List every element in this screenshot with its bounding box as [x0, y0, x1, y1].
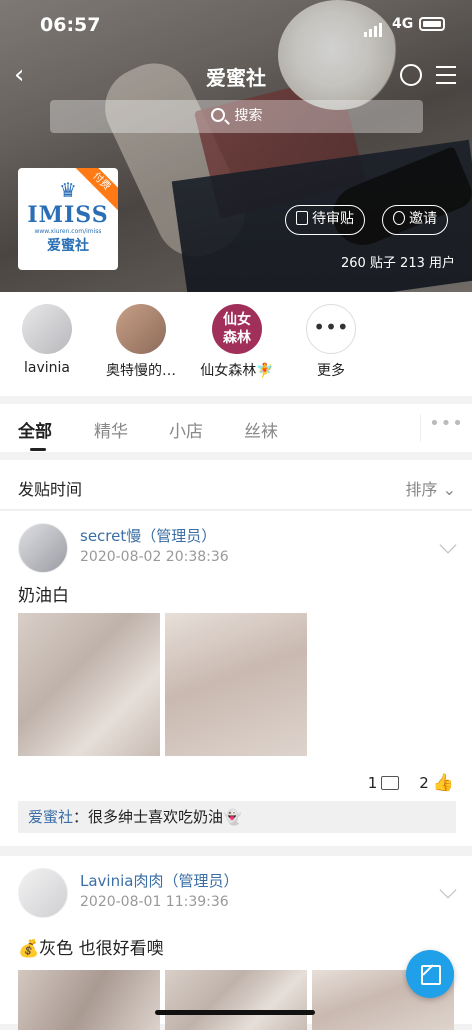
message-icon[interactable]	[400, 64, 422, 86]
forum-stats: 260 贴子 213 用户	[340, 256, 455, 271]
search-placeholder: 搜索	[234, 108, 263, 124]
reply-text: ：很多绅士喜欢吃奶油👻	[73, 808, 242, 826]
document-icon	[296, 211, 308, 225]
tabs-more-icon[interactable]: •••	[420, 414, 472, 442]
comment-count: 1	[367, 774, 378, 792]
chevron-down-icon[interactable]	[439, 536, 457, 554]
sort-current: 发贴时间	[18, 480, 83, 499]
post-card[interactable]: secret慢（管理员） 2020-08-02 20:38:36 奶油白 1 2 👍…	[0, 511, 472, 846]
nav-bar: ‹ 爱蜜社	[0, 56, 472, 96]
quick-link-lavinia[interactable]: lavinia	[0, 304, 97, 376]
person-icon	[393, 211, 405, 225]
tab-stockings[interactable]: 丝袜	[244, 417, 278, 442]
post-image[interactable]	[18, 970, 160, 1030]
reply-preview[interactable]: 爱蜜社：很多绅士喜欢吃奶油👻	[18, 801, 456, 833]
battery-icon	[419, 17, 445, 31]
comment-icon[interactable]	[381, 776, 400, 790]
forum-logo[interactable]: ♛ IMISS www.xiuren.com/imiss 爱蜜社 付费	[18, 168, 118, 270]
post-author[interactable]: secret慢（管理员）	[80, 525, 216, 546]
avatar[interactable]	[18, 523, 68, 573]
signal-icon	[364, 18, 384, 37]
menu-icon[interactable]	[436, 66, 456, 90]
logo-url: www.xiuren.com/imiss	[34, 228, 102, 235]
quick-link-fairy-forest[interactable]: 仙女 森林 仙女森林🧚	[187, 304, 287, 380]
quick-link-label: lavinia	[24, 360, 70, 376]
invite-button[interactable]: 邀请	[382, 205, 448, 235]
post-image[interactable]	[18, 613, 160, 756]
logo-cn-name: 爱蜜社	[47, 238, 89, 254]
search-bar[interactable]: 搜索	[50, 100, 423, 133]
quick-link-more[interactable]: ••• 更多	[281, 304, 381, 380]
more-icon: •••	[306, 304, 356, 354]
avatar[interactable]	[18, 868, 68, 918]
post-image[interactable]	[165, 613, 307, 756]
sort-label: 排序	[405, 480, 438, 499]
logo-brand: IMISS	[27, 202, 109, 228]
thumbs-up-icon[interactable]: 👍	[433, 773, 454, 793]
post-image[interactable]	[165, 970, 307, 1030]
post-text: 奶油白	[18, 586, 69, 606]
invite-label: 邀请	[409, 211, 437, 227]
tab-all[interactable]: 全部	[18, 417, 52, 442]
quick-link-label: 更多	[317, 363, 345, 379]
tab-bar: 全部 精华 小店 丝袜 •••	[0, 404, 472, 452]
search-icon	[210, 108, 225, 122]
quick-link-otman[interactable]: 奥特慢的…	[91, 304, 191, 380]
tab-featured[interactable]: 精华	[94, 417, 128, 442]
avatar	[116, 304, 166, 354]
sort-button[interactable]: 排序 ⌄	[405, 476, 456, 500]
tab-shop[interactable]: 小店	[169, 417, 203, 442]
post-text: 💰灰色 也很好看噢	[18, 939, 164, 959]
pending-posts-button[interactable]: 待审贴	[285, 205, 365, 235]
chevron-down-icon: ⌄	[442, 480, 456, 499]
sort-bar: 发贴时间 排序 ⌄	[0, 460, 472, 510]
chevron-down-icon[interactable]	[439, 881, 457, 899]
post-time: 2020-08-02 20:38:36	[80, 549, 229, 565]
post-author[interactable]: Lavinia肉肉（管理员）	[80, 870, 238, 891]
network-label: 4G	[392, 16, 414, 32]
tab-indicator	[30, 448, 46, 451]
quick-link-label: 仙女森林🧚	[200, 363, 274, 379]
reply-author[interactable]: 爱蜜社	[28, 808, 73, 826]
compose-button[interactable]	[406, 950, 454, 998]
home-indicator	[155, 1010, 315, 1015]
quick-links: lavinia 奥特慢的… 仙女 森林 仙女森林🧚 ••• 更多	[0, 292, 472, 396]
like-count: 2	[419, 774, 429, 792]
quick-link-label: 奥特慢的…	[106, 363, 176, 379]
avatar: 仙女 森林	[212, 304, 262, 354]
status-time: 06:57	[40, 14, 101, 36]
post-counts: 1 2 👍	[368, 773, 454, 793]
pending-label: 待审贴	[312, 211, 354, 227]
post-time: 2020-08-01 11:39:36	[80, 894, 229, 910]
status-bar: 06:57 4G	[0, 0, 472, 52]
post-card[interactable]: Lavinia肉肉（管理员） 2020-08-01 11:39:36 💰灰色 也…	[0, 856, 472, 1030]
avatar	[22, 304, 72, 354]
